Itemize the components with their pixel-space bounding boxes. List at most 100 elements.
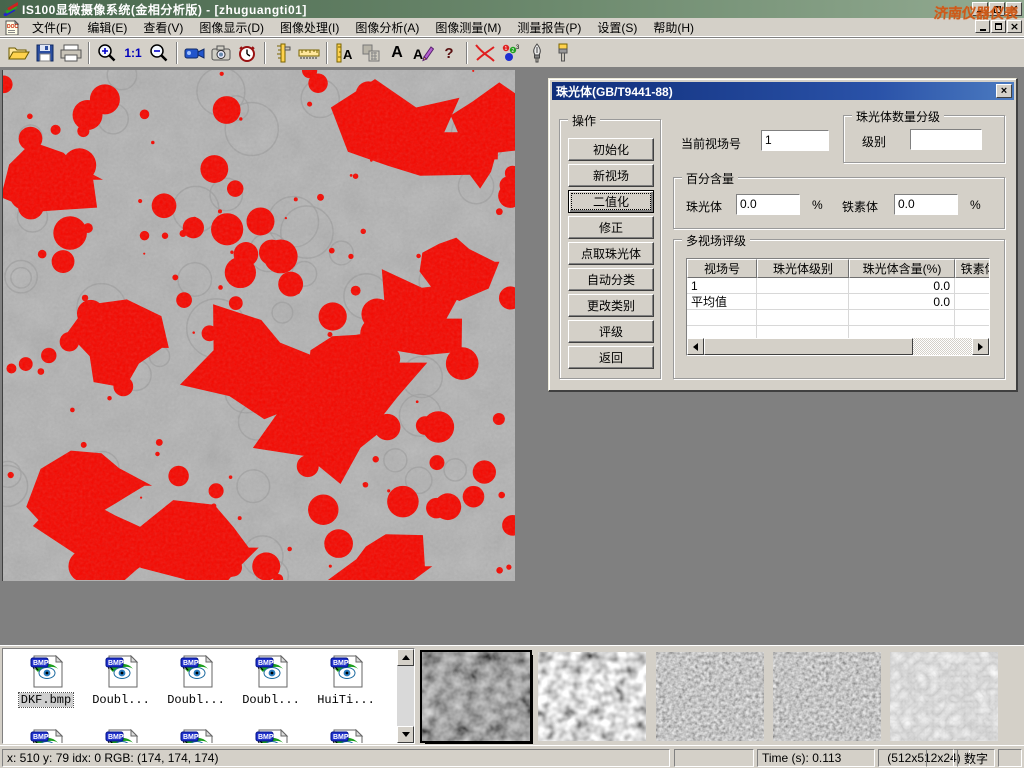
text-annotation-icon[interactable]: A xyxy=(385,41,409,65)
col-field-no[interactable]: 视场号 xyxy=(687,259,757,278)
menu-file[interactable]: 文件(F) xyxy=(24,17,79,38)
multifield-table[interactable]: 视场号 珠光体级别 珠光体含量(%) 铁素体含量(%) 1 0.0 平均值 0.… xyxy=(686,258,990,356)
table-row[interactable]: 平均值 0.0 xyxy=(687,294,989,310)
menu-help[interactable]: 帮助(H) xyxy=(645,17,702,38)
file-item[interactable]: Doubl... xyxy=(161,655,231,707)
file-item[interactable]: Doubl... xyxy=(86,655,156,707)
menu-measure-report[interactable]: 测量报告(P) xyxy=(509,17,589,38)
scroll-up-button[interactable] xyxy=(397,649,414,666)
empty-panel xyxy=(998,749,1022,767)
grading-group-label: 珠光体数量分级 xyxy=(852,108,944,125)
empty-panel xyxy=(926,749,954,767)
grade-level-input[interactable] xyxy=(910,129,982,150)
file-item[interactable] xyxy=(86,729,156,744)
timer-clock-icon[interactable] xyxy=(235,41,259,65)
thumbnail-image[interactable] xyxy=(890,652,998,741)
thumbnail-image[interactable] xyxy=(656,652,764,741)
micrograph-image[interactable] xyxy=(2,70,515,581)
col-pearlite-grade[interactable]: 珠光体级别 xyxy=(757,259,849,278)
zoom-in-icon[interactable] xyxy=(95,41,119,65)
pearlite-percent-input[interactable]: 0.0 xyxy=(736,194,800,215)
print-icon[interactable] xyxy=(59,41,83,65)
file-item[interactable] xyxy=(311,729,381,744)
file-item[interactable]: HuiTi... xyxy=(311,655,381,707)
svg-text:3: 3 xyxy=(516,45,520,51)
file-item[interactable] xyxy=(236,729,306,744)
thumbnail-image[interactable] xyxy=(538,652,646,741)
menu-image-measure[interactable]: 图像测量(M) xyxy=(427,17,509,38)
return-button[interactable]: 返回 xyxy=(568,346,654,369)
time-panel: Time (s): 0.113 xyxy=(757,749,875,767)
correct-button[interactable]: 修正 xyxy=(568,216,654,239)
camera-icon[interactable] xyxy=(209,41,233,65)
file-item[interactable]: DKF.bmp xyxy=(11,655,81,707)
caliper-vertical-icon[interactable] xyxy=(271,41,295,65)
percent-group: 百分含量 珠光体 0.0 % 铁素体 0.0 % xyxy=(673,177,1005,229)
menu-image-processing[interactable]: 图像处理(I) xyxy=(272,17,347,38)
menu-image-analysis[interactable]: 图像分析(A) xyxy=(347,17,427,38)
measure-text-icon[interactable]: A xyxy=(333,41,357,65)
actual-size-icon[interactable]: 1:1 xyxy=(121,41,145,65)
dialog-title-bar[interactable]: 珠光体(GB/T9441-88) × xyxy=(552,82,1014,100)
toolbar-separator xyxy=(466,42,468,64)
table-horizontal-scrollbar[interactable] xyxy=(687,338,989,355)
brush-tool-icon[interactable] xyxy=(551,41,575,65)
svg-text:A: A xyxy=(343,47,353,62)
menu-view[interactable]: 查看(V) xyxy=(135,17,191,38)
table-header-row: 视场号 珠光体级别 珠光体含量(%) 铁素体含量(%) xyxy=(687,259,989,278)
change-class-button[interactable]: 更改类别 xyxy=(568,294,654,317)
col-ferrite-content[interactable]: 铁素体含量(%) xyxy=(955,259,990,278)
scroll-left-button[interactable] xyxy=(687,338,704,355)
grade-button[interactable]: 评级 xyxy=(568,320,654,343)
auto-classify-button[interactable]: 自动分类 xyxy=(568,268,654,291)
classify-dots-icon[interactable]: 123 xyxy=(499,41,523,65)
grid-stamp-icon[interactable] xyxy=(359,41,383,65)
init-button[interactable]: 初始化 xyxy=(568,138,654,161)
table-row[interactable]: 1 0.0 xyxy=(687,278,989,294)
file-name[interactable]: DKF.bmp xyxy=(19,693,73,707)
file-name[interactable]: HuiTi... xyxy=(315,693,377,707)
open-file-icon[interactable] xyxy=(7,41,31,65)
scroll-track[interactable] xyxy=(704,338,972,355)
thumbnail-image[interactable] xyxy=(422,652,530,741)
scroll-down-button[interactable] xyxy=(397,726,414,743)
file-item[interactable]: Doubl... xyxy=(236,655,306,707)
toolbar-separator xyxy=(264,42,266,64)
file-name[interactable]: Doubl... xyxy=(240,693,302,707)
menu-settings[interactable]: 设置(S) xyxy=(589,17,645,38)
new-field-button[interactable]: 新视场 xyxy=(568,164,654,187)
file-item[interactable] xyxy=(161,729,231,744)
empty-panel xyxy=(674,749,754,767)
pen-tool-icon[interactable] xyxy=(525,41,549,65)
col-pearlite-content[interactable]: 珠光体含量(%) xyxy=(849,259,955,278)
thumbnail-image[interactable] xyxy=(773,652,881,741)
binarize-button[interactable]: 二值化 xyxy=(568,190,654,213)
pearlite-dialog: 珠光体(GB/T9441-88) × 操作 初始化 新视场 二值化 修正 点取珠… xyxy=(548,78,1018,392)
scroll-right-button[interactable] xyxy=(972,338,989,355)
dialog-close-button[interactable]: × xyxy=(996,84,1012,98)
menu-edit[interactable]: 编辑(E) xyxy=(79,17,135,38)
help-icon[interactable]: ? xyxy=(437,41,461,65)
scroll-thumb[interactable] xyxy=(704,338,913,355)
ferrite-percent-sign: % xyxy=(970,198,981,212)
ferrite-percent-input[interactable]: 0.0 xyxy=(894,194,958,215)
edit-annotation-icon[interactable]: A xyxy=(411,41,435,65)
document-icon[interactable]: DOC xyxy=(4,20,20,35)
zoom-out-icon[interactable] xyxy=(147,41,171,65)
cursor-position-panel: x: 510 y: 79 idx: 0 RGB: (174, 174, 174) xyxy=(2,749,670,767)
file-name[interactable]: Doubl... xyxy=(90,693,152,707)
current-field-input[interactable]: 1 xyxy=(761,130,829,151)
file-browser[interactable]: BMP DKF.bmp Doubl... Doubl... Doubl... H… xyxy=(2,648,415,744)
ruler-horizontal-icon[interactable] xyxy=(297,41,321,65)
menu-image-display[interactable]: 图像显示(D) xyxy=(191,17,272,38)
vendor-watermark: 济南仪器仪表 xyxy=(933,3,1019,23)
save-icon[interactable] xyxy=(33,41,57,65)
file-list-scrollbar[interactable] xyxy=(397,649,414,743)
file-name[interactable]: Doubl... xyxy=(165,693,227,707)
video-camera-icon[interactable] xyxy=(183,41,207,65)
pick-pearlite-button[interactable]: 点取珠光体 xyxy=(568,242,654,265)
multifield-group: 多视场评级 视场号 珠光体级别 珠光体含量(%) 铁素体含量(%) 1 0.0 … xyxy=(673,239,1005,379)
percent-group-label: 百分含量 xyxy=(682,170,738,187)
file-item[interactable] xyxy=(11,729,81,744)
reject-curve-icon[interactable] xyxy=(473,41,497,65)
